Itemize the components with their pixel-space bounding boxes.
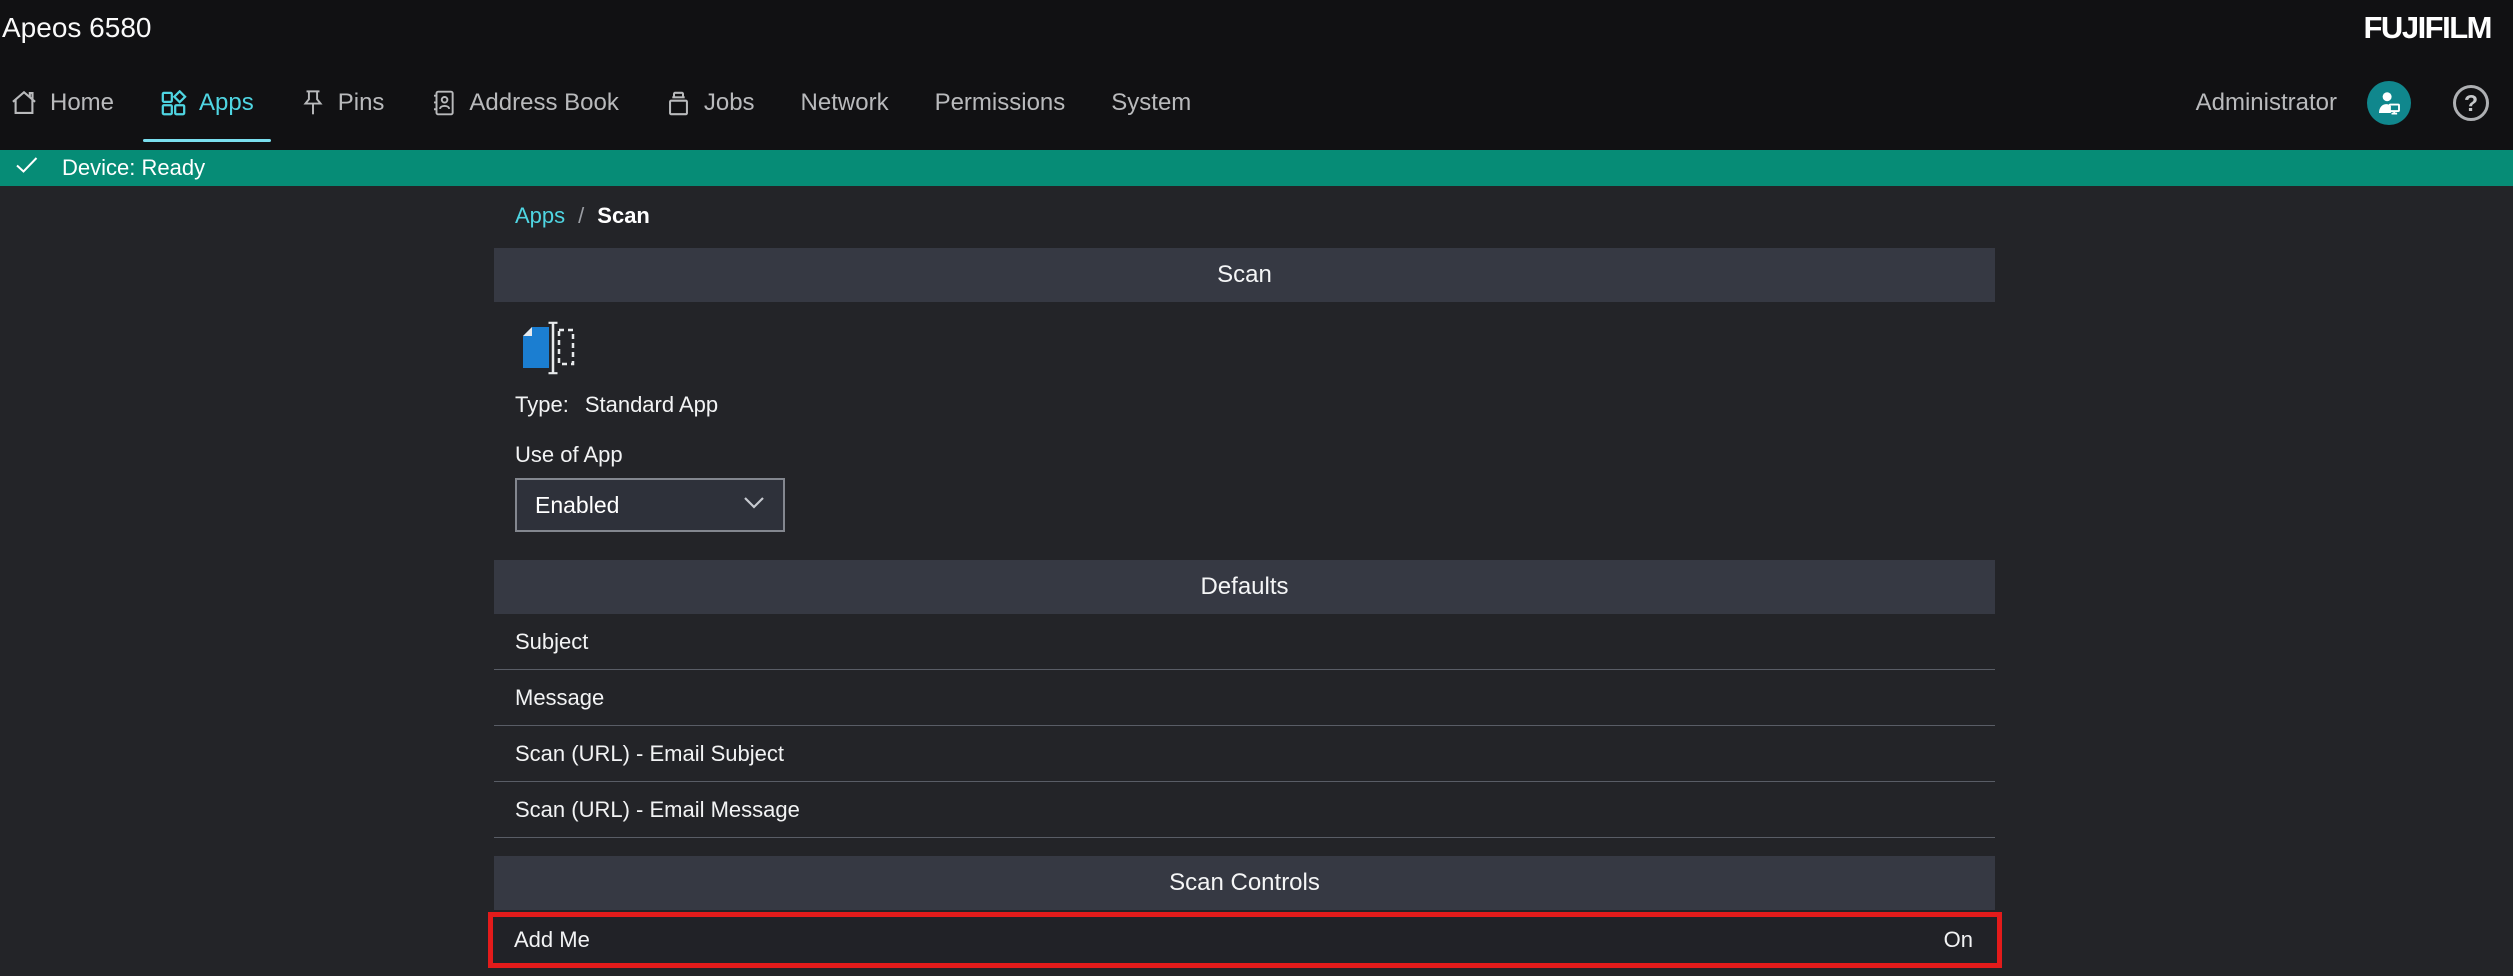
row-subject[interactable]: Subject — [494, 614, 1995, 670]
jobs-icon — [665, 90, 692, 117]
nav-tab-pins[interactable]: Pins — [277, 56, 408, 150]
nav-tab-permissions[interactable]: Permissions — [912, 56, 1089, 150]
nav-items: Home Apps — [8, 56, 1214, 150]
scan-app-icon — [515, 320, 577, 376]
use-of-app-label: Use of App — [515, 442, 1995, 468]
nav-tab-label: Permissions — [935, 89, 1066, 117]
use-of-app-dropdown[interactable]: Enabled — [515, 478, 785, 532]
row-value: On — [1944, 927, 1973, 953]
app-type-label: Type: — [515, 392, 569, 418]
section-title: Scan — [1217, 261, 1272, 289]
nav-tab-network[interactable]: Network — [778, 56, 912, 150]
page-title: Apeos 6580 — [2, 12, 151, 44]
row-add-me-highlighted[interactable]: Add Me On — [488, 912, 2002, 968]
logged-in-user-label: Administrator — [2196, 89, 2337, 117]
nav-tab-label: System — [1111, 89, 1191, 117]
nav-right: Administrator ? — [2196, 81, 2489, 125]
nav-tab-label: Address Book — [469, 89, 618, 117]
main-area: Apps / Scan Scan Type: Standard App — [0, 200, 2513, 976]
nav-tab-address-book[interactable]: Address Book — [407, 56, 641, 150]
app-type-value: Standard App — [585, 392, 718, 418]
row-message[interactable]: Message — [494, 670, 1995, 726]
nav-tab-system[interactable]: System — [1088, 56, 1214, 150]
content-column: Apps / Scan Scan Type: Standard App — [494, 200, 1995, 968]
home-icon — [10, 89, 38, 117]
section-title: Scan Controls — [1169, 869, 1320, 897]
row-label: Scan (URL) - Email Message — [515, 797, 800, 823]
nav-tab-label: Apps — [199, 89, 254, 117]
breadcrumb-current: Scan — [597, 203, 650, 229]
pin-icon — [300, 89, 326, 117]
nav-tab-home[interactable]: Home — [8, 56, 137, 150]
check-icon — [14, 154, 40, 182]
help-icon[interactable]: ? — [2453, 85, 2489, 121]
nav-tab-label: Home — [50, 89, 114, 117]
main-nav: Home Apps — [0, 56, 2513, 150]
breadcrumb-apps-link[interactable]: Apps — [515, 203, 565, 229]
nav-tab-label: Network — [801, 89, 889, 117]
section-header-scan-controls: Scan Controls — [494, 856, 1995, 910]
device-status-bar: Device: Ready — [0, 150, 2513, 186]
apps-icon — [160, 90, 187, 117]
help-glyph: ? — [2464, 90, 2478, 117]
row-scan-url-email-message[interactable]: Scan (URL) - Email Message — [494, 782, 1995, 838]
app-info-block: Type: Standard App Use of App Enabled — [494, 320, 1995, 532]
address-book-icon — [430, 89, 457, 117]
chevron-down-icon — [743, 496, 765, 514]
row-label: Message — [515, 685, 604, 711]
row-label: Subject — [515, 629, 588, 655]
row-scan-url-email-subject[interactable]: Scan (URL) - Email Subject — [494, 726, 1995, 782]
top-bar: Apeos 6580 FUJIFILM Home — [0, 0, 2513, 150]
app-type-line: Type: Standard App — [515, 392, 1995, 418]
device-status-text: Device: Ready — [62, 155, 205, 181]
use-of-app-value: Enabled — [535, 492, 619, 519]
fujifilm-logo: FUJIFILM — [2364, 10, 2492, 46]
nav-tab-label: Jobs — [704, 89, 755, 117]
breadcrumb-separator: / — [578, 203, 584, 229]
nav-tab-jobs[interactable]: Jobs — [642, 56, 778, 150]
section-header-scan: Scan — [494, 248, 1995, 302]
breadcrumb: Apps / Scan — [494, 200, 1995, 232]
nav-tab-apps[interactable]: Apps — [137, 56, 277, 150]
row-label: Add Me — [514, 927, 590, 953]
nav-tab-label: Pins — [338, 89, 385, 117]
admin-user-icon[interactable] — [2367, 81, 2411, 125]
title-row: Apeos 6580 FUJIFILM — [0, 0, 2513, 56]
section-header-defaults: Defaults — [494, 560, 1995, 614]
row-label: Scan (URL) - Email Subject — [515, 741, 784, 767]
section-title: Defaults — [1200, 573, 1288, 601]
